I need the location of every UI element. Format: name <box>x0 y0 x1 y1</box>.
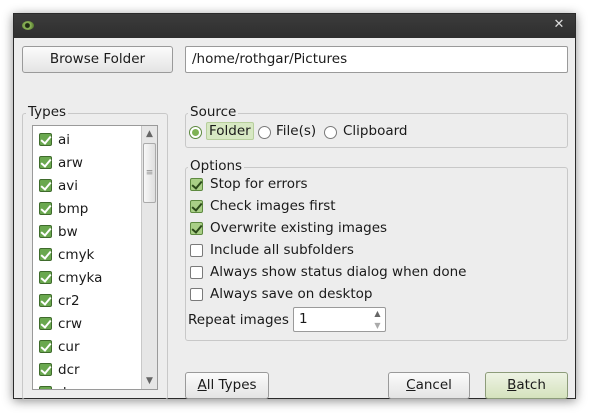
button-label: atch <box>516 377 546 393</box>
type-checkbox[interactable] <box>39 156 52 169</box>
type-label: dcr <box>58 362 80 378</box>
type-item-avi[interactable]: avi <box>33 175 141 198</box>
type-checkbox[interactable] <box>39 294 52 307</box>
type-label: crw <box>58 316 83 332</box>
type-item-cr2[interactable]: cr2 <box>33 290 141 313</box>
type-checkbox[interactable] <box>39 202 52 215</box>
options-label: Options <box>188 158 245 174</box>
type-label: arw <box>58 155 83 171</box>
option-label: Always show status dialog when done <box>210 264 467 280</box>
mnemonic: A <box>197 377 207 393</box>
spin-down-icon[interactable]: ▼ <box>371 320 384 331</box>
source-clipboard-label[interactable]: Clipboard <box>343 123 407 139</box>
option-label: Check images first <box>210 198 336 214</box>
option-checkbox[interactable] <box>190 200 203 213</box>
cancel-button[interactable]: Cancel <box>388 372 470 399</box>
type-item-bw[interactable]: bw <box>33 221 141 244</box>
type-item-dc[interactable]: dc <box>33 382 141 389</box>
option-label: Always save on desktop <box>210 286 373 302</box>
type-checkbox[interactable] <box>39 248 52 261</box>
type-checkbox[interactable] <box>39 340 52 353</box>
titlebar[interactable]: ✕ <box>14 14 575 38</box>
type-checkbox[interactable] <box>39 179 52 192</box>
type-item-cmyk[interactable]: cmyk <box>33 244 141 267</box>
type-checkbox[interactable] <box>39 133 52 146</box>
type-label: bw <box>58 224 78 240</box>
type-checkbox[interactable] <box>39 386 52 389</box>
browse-folder-button[interactable]: Browse Folder <box>22 46 173 73</box>
source-folder-radio[interactable] <box>189 126 202 139</box>
app-icon <box>22 21 34 30</box>
type-checkbox[interactable] <box>39 225 52 238</box>
option-label: Include all subfolders <box>210 242 354 258</box>
mnemonic: C <box>406 377 416 393</box>
button-label: ll Types <box>206 377 257 393</box>
type-label: bmp <box>58 201 89 217</box>
button-label: ancel <box>415 377 452 393</box>
type-checkbox[interactable] <box>39 271 52 284</box>
type-item-cmyka[interactable]: cmyka <box>33 267 141 290</box>
scroll-up-icon[interactable]: ▲ <box>142 126 157 142</box>
type-item-dcr[interactable]: dcr <box>33 359 141 382</box>
type-item-ai[interactable]: ai <box>33 129 141 152</box>
types-list[interactable]: ai arw avi bmp bw cmyk cmyka cr2 crw cur dcr dc ▲ ≡… <box>32 125 158 390</box>
type-label: cr2 <box>58 293 80 309</box>
option-checkbox[interactable] <box>190 288 203 301</box>
source-label: Source <box>188 104 239 120</box>
option-checkbox[interactable] <box>190 178 203 191</box>
type-item-crw[interactable]: crw <box>33 313 141 336</box>
option-checkbox[interactable] <box>190 244 203 257</box>
type-label: cmyk <box>58 247 95 263</box>
type-checkbox[interactable] <box>39 317 52 330</box>
type-label: dc <box>58 385 74 389</box>
type-checkbox[interactable] <box>39 363 52 376</box>
folder-path-field[interactable]: /home/rothgar/Pictures <box>185 46 568 73</box>
repeat-images-spinner[interactable]: 1 ▲ ▼ <box>293 307 386 332</box>
types-scrollbar[interactable]: ▲ ≡ ▼ <box>141 126 157 389</box>
type-label: ai <box>58 132 71 148</box>
scroll-down-icon[interactable]: ▼ <box>142 373 157 389</box>
option-label: Overwrite existing images <box>210 220 388 236</box>
type-label: cur <box>58 339 80 355</box>
repeat-images-label: Repeat images <box>188 312 289 328</box>
mnemonic: B <box>507 377 517 393</box>
all-types-button[interactable]: All Types <box>185 372 269 399</box>
scroll-thumb[interactable]: ≡ <box>143 143 156 203</box>
type-label: cmyka <box>58 270 103 286</box>
source-folder-label[interactable]: Folder <box>206 122 254 140</box>
dialog-content: Browse Folder /home/rothgar/Pictures Typ… <box>14 38 575 400</box>
source-files-label[interactable]: File(s) <box>276 123 316 139</box>
type-item-cur[interactable]: cur <box>33 336 141 359</box>
type-label: avi <box>58 178 79 194</box>
repeat-images-value[interactable]: 1 <box>299 311 308 327</box>
batch-button[interactable]: Batch <box>485 372 568 399</box>
spin-up-icon[interactable]: ▲ <box>371 308 384 319</box>
source-clipboard-radio[interactable] <box>324 126 337 139</box>
option-label: Stop for errors <box>210 176 308 192</box>
type-item-bmp[interactable]: bmp <box>33 198 141 221</box>
types-list-items: ai arw avi bmp bw cmyk cmyka cr2 crw cur dcr dc <box>33 129 141 389</box>
batch-dialog: ✕ Browse Folder /home/rothgar/Pictures T… <box>13 13 576 400</box>
source-files-radio[interactable] <box>258 126 271 139</box>
close-icon[interactable]: ✕ <box>551 17 567 33</box>
option-checkbox[interactable] <box>190 222 203 235</box>
type-item-arw[interactable]: arw <box>33 152 141 175</box>
types-label: Types <box>26 104 69 120</box>
option-checkbox[interactable] <box>190 266 203 279</box>
